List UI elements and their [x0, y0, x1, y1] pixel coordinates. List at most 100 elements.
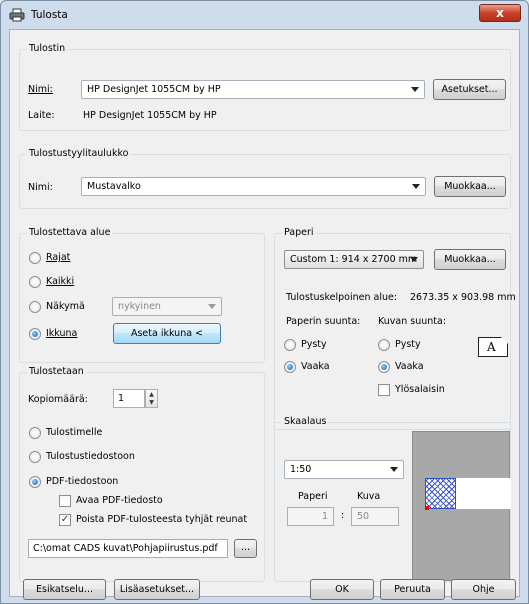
output-group-label: Tulostetaan: [27, 366, 86, 378]
chevron-down-icon: [411, 87, 419, 92]
scale-paper-input[interactable]: 1: [287, 507, 334, 526]
pdf-path-value: C:\omat CADS kuvat\Pohjapiirustus.pdf: [33, 543, 218, 554]
radio-off: [29, 301, 41, 313]
to-printer-radio[interactable]: Tulostimelle: [29, 427, 102, 439]
copies-stepper[interactable]: ▲ ▼: [145, 389, 158, 408]
orientation-preview-icon: A: [478, 337, 508, 357]
image-portrait-radio[interactable]: Pysty: [378, 339, 421, 351]
ok-button[interactable]: OK: [310, 579, 374, 600]
style-edit-button[interactable]: Muokkaa...: [434, 176, 506, 197]
scale-image-label: Kuva: [357, 491, 381, 502]
pdf-path-input[interactable]: C:\omat CADS kuvat\Pohjapiirustus.pdf: [28, 539, 228, 558]
radio-off: [29, 451, 41, 463]
area-window-label: Ikkuna: [46, 328, 78, 339]
to-pdf-label: PDF-tiedostoon: [46, 476, 119, 487]
print-area-group-label: Tulostettava alue: [27, 227, 113, 239]
preview-origin-marker: [425, 506, 429, 510]
style-table-value: Mustavalko: [87, 181, 141, 192]
scale-image-input[interactable]: 50: [351, 507, 399, 526]
printer-icon: [9, 8, 25, 22]
copies-label: Kopiomäärä:: [28, 394, 88, 405]
area-view-label: Näkymä: [46, 301, 85, 312]
area-view-radio[interactable]: Näkymä: [29, 301, 85, 313]
radio-off: [29, 427, 41, 439]
radio-off: [29, 252, 41, 264]
radio-on: [29, 476, 41, 488]
chevron-down-icon: [410, 257, 418, 262]
paper-group-label: Paperi: [282, 227, 316, 239]
dialog-body: Tulostin Nimi: HP DesignJet 1055CM by HP…: [9, 29, 520, 597]
radio-on: [29, 328, 41, 340]
stepper-up-icon[interactable]: ▲: [146, 390, 157, 399]
image-portrait-label: Pysty: [395, 339, 421, 350]
style-table-select[interactable]: Mustavalko: [81, 177, 426, 196]
copies-value: 1: [118, 393, 125, 404]
printer-group-label: Tulostin: [27, 43, 68, 55]
chevron-down-icon: [208, 304, 216, 309]
cancel-button[interactable]: Peruuta: [380, 579, 445, 600]
style-table-group-label: Tulostustyylitaulukko: [27, 148, 131, 160]
help-button[interactable]: Ohje: [451, 579, 516, 600]
device-label: Laite:: [28, 110, 55, 121]
preview-print-window: [425, 478, 456, 509]
view-select[interactable]: nykyinen: [112, 297, 222, 316]
area-all-label: Kaikki: [46, 276, 75, 287]
paper-size-select[interactable]: Custom 1: 914 x 2700 mm: [284, 250, 424, 269]
title-bar[interactable]: Tulosta x: [1, 1, 528, 29]
scale-separator: :: [341, 510, 345, 521]
orientation-glyph: A: [487, 340, 496, 354]
printer-name-select[interactable]: HP DesignJet 1055CM by HP: [81, 80, 425, 99]
radio-off: [29, 276, 41, 288]
chevron-down-icon: [390, 467, 398, 472]
close-button[interactable]: x: [479, 4, 521, 22]
browse-button[interactable]: ...: [234, 539, 257, 558]
paper-portrait-label: Pysty: [301, 339, 327, 350]
printer-settings-button[interactable]: Asetukset...: [433, 79, 506, 100]
to-pdf-radio[interactable]: PDF-tiedostoon: [29, 476, 118, 488]
print-dialog: Tulosta x Tulostin Nimi: HP DesignJet 10…: [0, 0, 529, 604]
paper-edit-button[interactable]: Muokkaa...: [434, 249, 506, 270]
area-limits-radio[interactable]: Rajat: [29, 252, 70, 264]
remove-margins-checkbox[interactable]: ✓ Poista PDF-tulosteesta tyhjät reunat: [59, 514, 247, 526]
image-orientation-label: Kuvan suunta:: [378, 316, 447, 327]
style-name-label: Nimi:: [28, 182, 53, 193]
area-limits-label: Rajat: [46, 252, 71, 263]
radio-on: [284, 361, 296, 373]
stepper-down-icon[interactable]: ▼: [146, 399, 157, 408]
to-file-label: Tulostustiedostoon: [46, 451, 135, 462]
open-pdf-checkbox[interactable]: Avaa PDF-tiedosto: [59, 495, 163, 507]
set-window-button[interactable]: Aseta ikkuna <: [113, 323, 221, 344]
printer-name-label: Nimi:: [28, 84, 53, 95]
scale-value: 1:50: [290, 464, 312, 475]
window-title: Tulosta: [31, 9, 68, 21]
radio-off: [378, 339, 390, 351]
chevron-down-icon: [412, 184, 420, 189]
device-value: HP DesignJet 1055CM by HP: [83, 110, 217, 121]
more-settings-button[interactable]: Lisäasetukset...: [114, 579, 200, 600]
area-all-radio[interactable]: Kaikki: [29, 276, 74, 288]
checkbox-unchecked: [59, 495, 71, 507]
scale-group-label: Skaalaus: [282, 416, 329, 428]
paper-portrait-radio[interactable]: Pysty: [284, 339, 327, 351]
area-window-radio[interactable]: Ikkuna: [29, 328, 77, 340]
print-preview-panel: [412, 431, 511, 581]
to-file-radio[interactable]: Tulostustiedostoon: [29, 451, 135, 463]
copies-input[interactable]: 1: [113, 389, 145, 408]
paper-landscape-radio[interactable]: Vaaka: [284, 361, 330, 373]
scale-image-value: 50: [357, 511, 370, 522]
open-pdf-label: Avaa PDF-tiedosto: [76, 495, 163, 506]
remove-margins-label: Poista PDF-tulosteesta tyhjät reunat: [76, 514, 248, 525]
paper-size-value: Custom 1: 914 x 2700 mm: [290, 254, 418, 265]
scale-paper-label: Paperi: [298, 491, 328, 502]
view-value: nykyinen: [118, 301, 161, 312]
check-icon: ✓: [59, 514, 71, 526]
paper-landscape-label: Vaaka: [301, 361, 330, 372]
image-landscape-radio[interactable]: Vaaka: [378, 361, 424, 373]
printer-name-value: HP DesignJet 1055CM by HP: [87, 84, 221, 95]
radio-off: [284, 339, 296, 351]
upside-down-checkbox[interactable]: Ylösalaisin: [378, 384, 445, 396]
scale-select[interactable]: 1:50: [284, 460, 404, 479]
preview-button[interactable]: Esikatselu...: [23, 579, 106, 600]
radio-on: [378, 361, 390, 373]
to-printer-label: Tulostimelle: [46, 427, 103, 438]
